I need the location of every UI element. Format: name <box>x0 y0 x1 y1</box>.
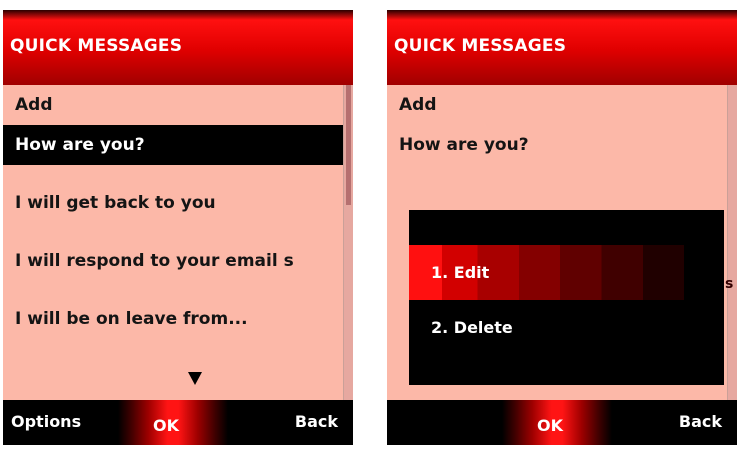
list-item-respond-email[interactable]: I will respond to your email s <box>3 241 343 281</box>
scrollbar-thumb[interactable] <box>346 85 351 205</box>
ok-softkey[interactable]: OK <box>537 416 563 435</box>
title-bar: QUICK MESSAGES <box>387 10 737 85</box>
screen-title: QUICK MESSAGES <box>394 36 567 56</box>
title-bar: QUICK MESSAGES <box>3 10 353 85</box>
back-softkey[interactable]: Back <box>295 412 338 431</box>
phone-screen-right: QUICK MESSAGES Add How are you? 1. Edit … <box>387 10 737 445</box>
list-item-add[interactable]: Add <box>387 85 727 125</box>
back-softkey[interactable]: Back <box>679 412 722 431</box>
list-item-add[interactable]: Add <box>3 85 343 125</box>
softkey-bar: Options OK Back <box>3 400 353 445</box>
menu-item-edit[interactable]: 1. Edit <box>409 245 684 300</box>
menu-item-delete[interactable]: 2. Delete <box>409 300 684 355</box>
list-item-get-back[interactable]: I will get back to you <box>3 183 343 223</box>
options-softkey[interactable]: Options <box>11 412 81 431</box>
screen-title: QUICK MESSAGES <box>10 36 183 56</box>
ok-softkey[interactable]: OK <box>153 416 179 435</box>
scroll-down-arrow-icon <box>188 372 202 385</box>
softkey-bar: OK Back <box>387 400 737 445</box>
scrollbar[interactable] <box>727 85 737 400</box>
list-item-how-are-you[interactable]: How are you? <box>387 125 727 165</box>
quick-messages-list: Add How are you? I will get back to you … <box>3 85 343 400</box>
list-item-on-leave[interactable]: I will be on leave from... <box>3 299 343 339</box>
list-item-how-are-you[interactable]: How are you? <box>3 125 343 165</box>
phone-screen-left: QUICK MESSAGES Add How are you? I will g… <box>3 10 353 445</box>
truncated-text-edge: s <box>725 276 734 292</box>
options-popup-menu: 1. Edit 2. Delete <box>409 210 724 385</box>
